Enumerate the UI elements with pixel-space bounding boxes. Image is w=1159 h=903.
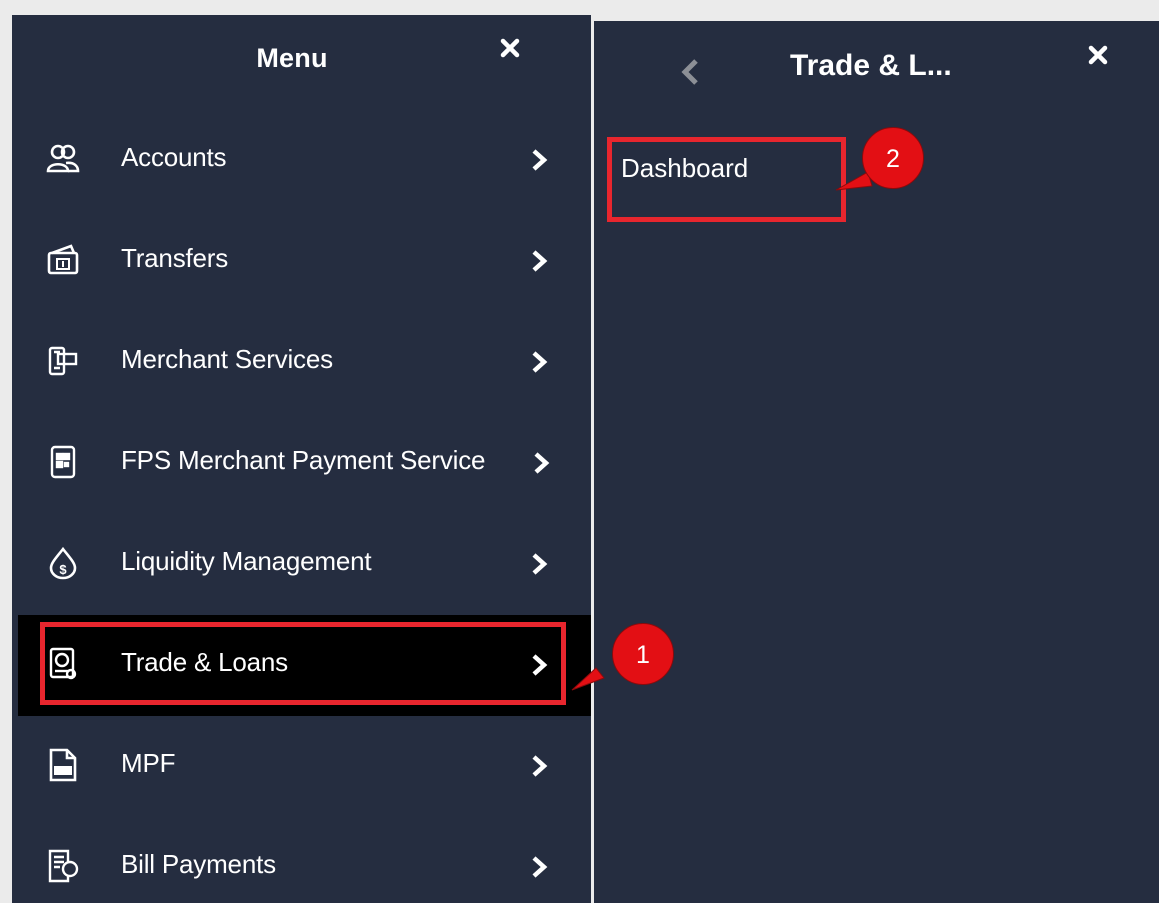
callout-pointers: [571, 171, 873, 691]
callout-pointer-1: [571, 667, 605, 691]
step-badge-2: 2: [862, 127, 924, 189]
step-badge-1: 1: [612, 623, 674, 685]
